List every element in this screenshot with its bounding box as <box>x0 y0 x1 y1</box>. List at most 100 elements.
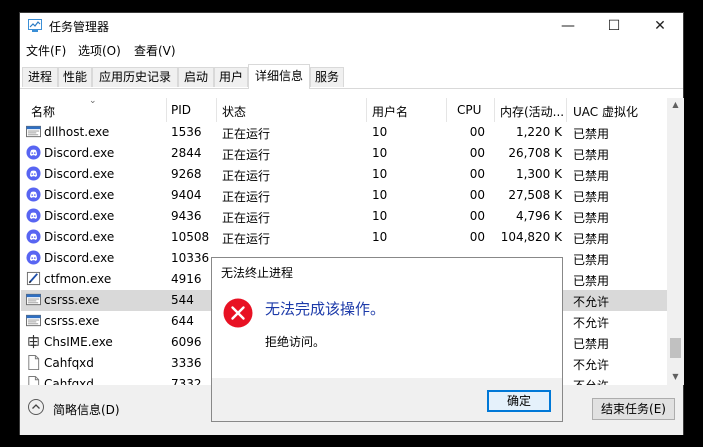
process-user: 10 <box>372 125 388 139</box>
column-divider[interactable] <box>216 98 217 122</box>
process-status: 正在运行 <box>222 127 271 141</box>
process-cpu: 00 <box>469 209 485 223</box>
process-pid: 7332 <box>171 377 202 385</box>
column-name[interactable]: 名称 <box>31 103 55 120</box>
process-name: Discord.exe <box>44 209 115 223</box>
process-mem: 4,796 K <box>515 209 562 223</box>
tab-app-history[interactable]: 应用历史记录 <box>92 67 178 87</box>
menu-file[interactable]: 文件(F) <box>26 42 66 59</box>
process-name: Cahfqxd <box>44 356 94 370</box>
process-name: Discord.exe <box>44 167 115 181</box>
process-cpu: 00 <box>469 230 485 244</box>
tab-details[interactable]: 详细信息 <box>248 64 310 89</box>
process-name: Discord.exe <box>44 230 115 244</box>
process-pid: 2844 <box>171 146 202 160</box>
process-uac: 已禁用 <box>573 274 610 288</box>
column-divider[interactable] <box>366 98 367 122</box>
process-name: Cahfqxd <box>44 377 94 385</box>
tab-bar: 进程 性能 应用历史记录 启动 用户 详细信息 服务 <box>20 64 683 89</box>
column-cpu[interactable]: CPU <box>457 103 481 117</box>
sort-chevron-icon: ⌄ <box>89 98 97 106</box>
column-divider[interactable] <box>446 98 447 122</box>
column-pid[interactable]: PID <box>171 103 191 117</box>
process-name: ChsIME.exe <box>44 335 113 349</box>
error-dialog: 无法终止进程 无法完成该操作。 拒绝访问。 确定 <box>211 257 563 422</box>
maximize-button[interactable]: ☐ <box>591 13 637 39</box>
fewer-details-link[interactable]: 简略信息(D) <box>53 401 120 418</box>
process-uac: 已禁用 <box>573 169 610 183</box>
minimize-button[interactable]: — <box>545 13 591 39</box>
process-pid: 6096 <box>171 335 202 349</box>
title-bar[interactable]: 任务管理器 — ☐ ✕ <box>20 13 683 39</box>
tab-performance[interactable]: 性能 <box>58 67 92 87</box>
process-pid: 10336 <box>171 251 210 265</box>
process-status: 正在运行 <box>222 148 271 162</box>
tab-services[interactable]: 服务 <box>310 67 344 87</box>
vertical-scrollbar[interactable]: ▲ ▼ <box>667 98 684 385</box>
column-divider[interactable] <box>494 98 495 122</box>
error-icon <box>223 298 253 328</box>
process-cpu: 00 <box>469 146 485 160</box>
process-pid: 3336 <box>171 356 202 370</box>
process-mem: 1,300 K <box>515 167 562 181</box>
process-status: 正在运行 <box>222 211 271 225</box>
column-username[interactable]: 用户名 <box>372 103 408 120</box>
process-uac: 不允许 <box>573 316 610 330</box>
process-mem: 27,508 K <box>508 188 562 202</box>
close-button[interactable]: ✕ <box>637 13 683 39</box>
scroll-up-icon[interactable]: ▲ <box>667 100 684 109</box>
process-pid: 10508 <box>171 230 210 244</box>
column-memory[interactable]: 内存(活动... <box>500 103 564 120</box>
process-pid: 4916 <box>171 272 202 286</box>
process-mem: 1,220 K <box>515 125 562 139</box>
process-uac: 已禁用 <box>573 148 610 162</box>
process-uac: 不允许 <box>573 377 609 385</box>
menu-bar: 文件(F) 选项(O) 查看(V) <box>20 40 683 60</box>
tab-users[interactable]: 用户 <box>214 67 248 87</box>
tab-processes[interactable]: 进程 <box>22 67 58 87</box>
process-pid: 544 <box>171 293 194 307</box>
chevron-up-circle-icon[interactable] <box>28 399 44 415</box>
process-pid: 1536 <box>171 125 202 139</box>
process-uac: 已禁用 <box>573 211 610 225</box>
menu-options[interactable]: 选项(O) <box>78 42 121 59</box>
process-mem: 104,820 K <box>500 230 562 244</box>
ok-button[interactable]: 确定 <box>487 390 551 412</box>
column-header-row: ⌄ 名称 PID 状态 用户名 CPU 内存(活动... UAC 虚拟化 <box>21 98 667 122</box>
process-cpu: 00 <box>469 125 485 139</box>
table-row[interactable]: Discord.exe 10508 正在运行 10 00 104,820 K 已禁用 <box>21 227 667 248</box>
process-name: Discord.exe <box>44 251 115 265</box>
process-uac: 已禁用 <box>573 127 610 141</box>
dialog-message: 无法完成该操作。 <box>265 300 386 318</box>
dialog-detail: 拒绝访问。 <box>265 335 326 349</box>
process-name: csrss.exe <box>44 293 100 307</box>
process-name: dllhost.exe <box>44 125 110 139</box>
menu-view[interactable]: 查看(V) <box>134 42 176 59</box>
process-uac: 已禁用 <box>573 337 610 351</box>
process-uac: 已禁用 <box>573 190 610 204</box>
task-manager-icon <box>28 19 42 32</box>
table-row[interactable]: dllhost.exe 1536 正在运行 10 00 1,220 K 已禁用 <box>21 122 667 143</box>
column-divider[interactable] <box>166 98 167 122</box>
end-task-button[interactable]: 结束任务(E) <box>592 398 675 420</box>
table-row[interactable]: Discord.exe 2844 正在运行 10 00 26,708 K 已禁用 <box>21 143 667 164</box>
process-pid: 9268 <box>171 167 202 181</box>
process-status: 正在运行 <box>222 232 271 246</box>
window-title: 任务管理器 <box>49 20 110 34</box>
process-pid: 9436 <box>171 209 202 223</box>
process-user: 10 <box>372 167 388 181</box>
table-row[interactable]: Discord.exe 9404 正在运行 10 00 27,508 K 已禁用 <box>21 185 667 206</box>
process-uac: 已禁用 <box>573 232 610 246</box>
process-status: 正在运行 <box>222 190 271 204</box>
column-divider[interactable] <box>566 98 567 122</box>
process-pid: 9404 <box>171 188 202 202</box>
column-status[interactable]: 状态 <box>222 103 246 120</box>
scrollbar-thumb[interactable] <box>670 338 681 358</box>
tab-startup[interactable]: 启动 <box>178 67 214 87</box>
scroll-down-icon[interactable]: ▼ <box>667 372 684 381</box>
table-row[interactable]: Discord.exe 9436 正在运行 10 00 4,796 K 已禁用 <box>21 206 667 227</box>
process-pid: 644 <box>171 314 194 328</box>
process-user: 10 <box>372 188 388 202</box>
table-row[interactable]: Discord.exe 9268 正在运行 10 00 1,300 K 已禁用 <box>21 164 667 185</box>
column-uac[interactable]: UAC 虚拟化 <box>573 103 638 120</box>
